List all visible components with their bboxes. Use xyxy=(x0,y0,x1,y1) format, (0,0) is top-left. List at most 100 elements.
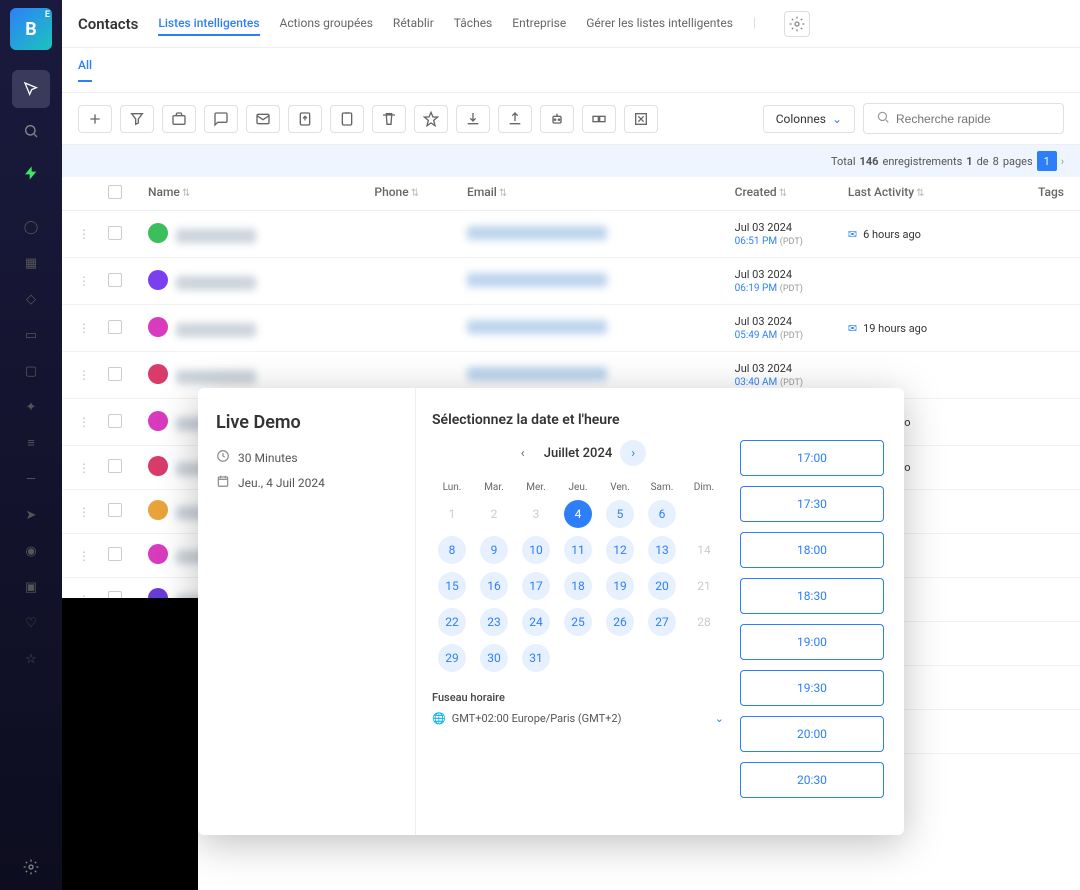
clipboard-button[interactable] xyxy=(330,105,364,133)
nav-icon-5[interactable]: ▢ xyxy=(20,360,42,382)
cal-day[interactable]: 19 xyxy=(606,572,634,600)
nav-tab[interactable]: Actions groupées xyxy=(280,12,373,36)
chevron-right-icon[interactable]: › xyxy=(1061,155,1064,168)
time-slot[interactable]: 19:00 xyxy=(740,624,884,660)
search-icon[interactable] xyxy=(12,112,50,150)
row-checkbox[interactable] xyxy=(108,273,122,287)
cal-day[interactable]: 30 xyxy=(480,644,508,672)
prev-month-button[interactable]: ‹ xyxy=(510,440,536,466)
time-slot[interactable]: 17:30 xyxy=(740,486,884,522)
sort-icon[interactable]: ⇅ xyxy=(499,188,507,199)
cal-day[interactable]: 12 xyxy=(606,536,634,564)
search-box[interactable] xyxy=(863,103,1064,134)
cal-day[interactable]: 20 xyxy=(648,572,676,600)
row-checkbox[interactable] xyxy=(108,459,122,473)
briefcase-button[interactable] xyxy=(162,105,196,133)
drag-icon[interactable]: ⋮ xyxy=(78,415,90,429)
cal-day[interactable]: 11 xyxy=(564,536,592,564)
drag-icon[interactable]: ⋮ xyxy=(78,227,90,241)
next-month-button[interactable]: › xyxy=(620,440,646,466)
bolt-icon[interactable] xyxy=(12,154,50,192)
add-button[interactable] xyxy=(78,105,112,133)
time-slot[interactable]: 20:00 xyxy=(740,716,884,752)
cal-day[interactable]: 16 xyxy=(480,572,508,600)
sort-icon[interactable]: ⇅ xyxy=(411,188,419,199)
settings-icon[interactable] xyxy=(20,856,42,878)
cal-day[interactable]: 25 xyxy=(564,608,592,636)
nav-icon-3[interactable]: ◇ xyxy=(20,288,42,310)
nav-icon-9[interactable]: ➤ xyxy=(20,504,42,526)
sort-icon[interactable]: ⇅ xyxy=(779,188,787,199)
nav-tab[interactable]: Rétablir xyxy=(393,12,434,36)
table-row[interactable]: ⋮ Jul 03 202406:19 PM (PDT) xyxy=(62,258,1080,305)
time-slot[interactable]: 17:00 xyxy=(740,440,884,476)
cal-day[interactable]: 13 xyxy=(648,536,676,564)
row-checkbox[interactable] xyxy=(108,226,122,240)
mail-button[interactable] xyxy=(246,105,280,133)
cal-day[interactable]: 22 xyxy=(438,608,466,636)
nav-icon-10[interactable]: ◉ xyxy=(20,540,42,562)
download-button[interactable] xyxy=(456,105,490,133)
table-row[interactable]: ⋮ Jul 03 202405:49 AM (PDT) ✉19 hours ag… xyxy=(62,305,1080,352)
cal-day[interactable]: 6 xyxy=(648,500,676,528)
time-slot[interactable]: 18:00 xyxy=(740,532,884,568)
sort-icon[interactable]: ⇅ xyxy=(916,188,924,199)
nav-icon-7[interactable]: ≡ xyxy=(20,432,42,454)
cal-day[interactable]: 24 xyxy=(522,608,550,636)
table-row[interactable]: ⋮ Jul 03 202406:51 PM (PDT) ✉6 hours ago xyxy=(62,211,1080,258)
drag-icon[interactable]: ⋮ xyxy=(78,321,90,335)
merge-button[interactable] xyxy=(582,105,616,133)
row-checkbox[interactable] xyxy=(108,367,122,381)
cursor-icon[interactable] xyxy=(12,70,50,108)
row-checkbox[interactable] xyxy=(108,503,122,517)
nav-icon-11[interactable]: ▣ xyxy=(20,576,42,598)
nav-tab[interactable]: Tâches xyxy=(454,12,492,36)
drag-icon[interactable]: ⋮ xyxy=(78,505,90,519)
message-button[interactable] xyxy=(204,105,238,133)
logo[interactable]: B E xyxy=(10,8,52,50)
robot-button[interactable] xyxy=(540,105,574,133)
gear-icon[interactable] xyxy=(784,11,810,37)
cal-day[interactable]: 27 xyxy=(648,608,676,636)
cal-day[interactable]: 23 xyxy=(480,608,508,636)
drag-icon[interactable]: ⋮ xyxy=(78,549,90,563)
columns-button[interactable]: Colonnes ⌄ xyxy=(763,105,855,133)
nav-tab[interactable]: Listes intelligentes xyxy=(158,12,259,36)
nav-icon-13[interactable]: ☆ xyxy=(20,648,42,670)
drag-icon[interactable]: ⋮ xyxy=(78,461,90,475)
search-input[interactable] xyxy=(896,112,1051,126)
page-number[interactable]: 1 xyxy=(1037,151,1057,171)
row-checkbox[interactable] xyxy=(108,547,122,561)
time-slots[interactable]: 17:0017:3018:0018:3019:0019:3020:0020:30 xyxy=(740,440,888,819)
cal-day[interactable]: 4 xyxy=(564,500,592,528)
nav-tab[interactable]: Entreprise xyxy=(512,12,566,36)
subtab-all[interactable]: All xyxy=(78,58,92,82)
delete-button[interactable] xyxy=(372,105,406,133)
cal-day[interactable]: 10 xyxy=(522,536,550,564)
cal-day[interactable]: 9 xyxy=(480,536,508,564)
filter-button[interactable] xyxy=(120,105,154,133)
cal-day[interactable]: 5 xyxy=(606,500,634,528)
upload-button[interactable] xyxy=(498,105,532,133)
row-checkbox[interactable] xyxy=(108,320,122,334)
time-slot[interactable]: 18:30 xyxy=(740,578,884,614)
cal-day[interactable]: 18 xyxy=(564,572,592,600)
nav-tab[interactable]: Gérer les listes intelligentes xyxy=(586,12,733,36)
cal-day[interactable]: 26 xyxy=(606,608,634,636)
cal-day[interactable]: 8 xyxy=(438,536,466,564)
star-button[interactable] xyxy=(414,105,448,133)
expand-button[interactable] xyxy=(624,105,658,133)
drag-icon[interactable]: ⋮ xyxy=(78,368,90,382)
tz-selector[interactable]: 🌐 GMT+02:00 Europe/Paris (GMT+2) ⌄ xyxy=(432,708,724,729)
row-checkbox[interactable] xyxy=(108,414,122,428)
nav-icon-6[interactable]: ✦ xyxy=(20,396,42,418)
cal-day[interactable]: 31 xyxy=(522,644,550,672)
cal-day[interactable]: 15 xyxy=(438,572,466,600)
nav-icon-2[interactable]: ▦ xyxy=(20,252,42,274)
time-slot[interactable]: 20:30 xyxy=(740,762,884,798)
nav-icon-4[interactable]: ▭ xyxy=(20,324,42,346)
drag-icon[interactable]: ⋮ xyxy=(78,274,90,288)
clipboard-up-button[interactable] xyxy=(288,105,322,133)
nav-icon-1[interactable]: ◯ xyxy=(20,216,42,238)
select-all-checkbox[interactable] xyxy=(108,185,122,199)
